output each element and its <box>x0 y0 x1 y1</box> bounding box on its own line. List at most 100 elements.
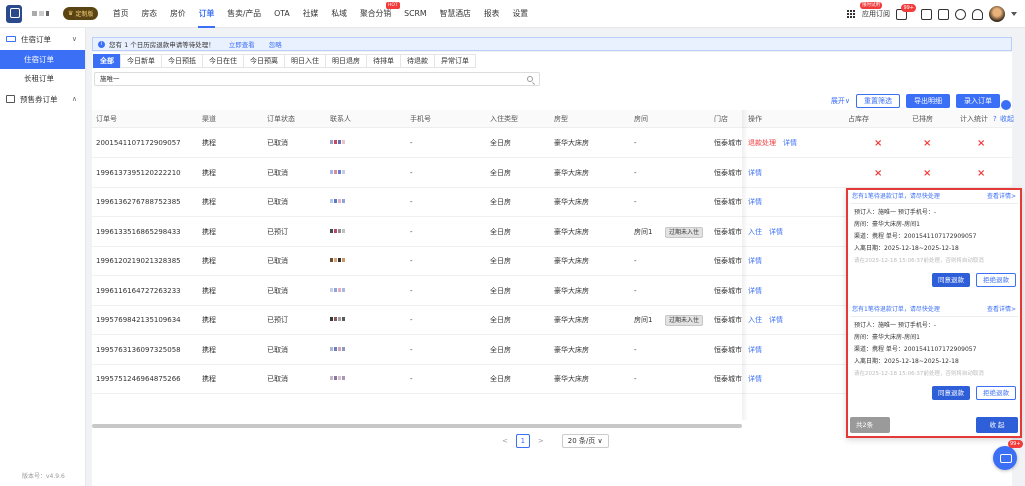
nav-item-1[interactable]: 房态 <box>135 0 164 28</box>
edit-icon[interactable] <box>938 8 949 20</box>
channel-cell: 携程 <box>202 286 216 295</box>
refund-card: 您有1笔待退款订单，请尽快处理 查看详情> 预订人：施唯一 预订手机号：- 房间：豪华… <box>850 303 1018 400</box>
op-detail-link[interactable]: 详情 <box>748 346 762 354</box>
table-row[interactable]: 1996137395120222210 携程 已取消 - 全日房 豪华大床房 - 恒泰城市 详情… <box>92 159 1012 188</box>
agree-refund-button[interactable]: 同意退款 <box>932 273 970 287</box>
nav-item-10[interactable]: 智慧酒店 <box>433 0 477 28</box>
op-detail-link[interactable]: 详情 <box>769 316 783 324</box>
order-status-cell: 已取消 <box>267 375 288 383</box>
op-detail-link[interactable]: 详情 <box>748 169 762 177</box>
prev-page-button[interactable]: < <box>502 437 508 445</box>
apps-grid-icon[interactable] <box>847 9 856 19</box>
hotel-name-masked <box>32 11 49 16</box>
bell-icon[interactable] <box>972 8 983 20</box>
column-settings-icon[interactable] <box>1001 100 1011 110</box>
phone-cell: - <box>410 345 413 354</box>
reject-refund-button[interactable]: 拒绝退款 <box>976 273 1016 287</box>
ignore-link[interactable]: 忽略 <box>269 39 282 49</box>
refund-card: 您有1笔待退款订单，请尽快处理 查看详情> 预订人：施唯一 预订手机号：- 房间：豪华… <box>850 190 1018 287</box>
op-refund-link[interactable]: 退款处理 <box>748 139 776 147</box>
room-cell: - <box>634 198 637 206</box>
nav-item-4[interactable]: 售卖/产品 <box>221 0 268 28</box>
op-check-in-link[interactable]: 入住 <box>748 316 762 324</box>
tab-2[interactable]: 今日预抵 <box>161 54 203 68</box>
nav-item-2[interactable]: 房价 <box>164 0 193 28</box>
op-detail-link[interactable]: 详情 <box>769 228 783 236</box>
headset-icon[interactable] <box>955 8 966 20</box>
nav-item-3[interactable]: 订单 <box>192 0 221 28</box>
channel-cell: 携程 <box>202 168 216 177</box>
agree-refund-button[interactable]: 同意退款 <box>932 386 970 400</box>
next-page-button[interactable]: > <box>538 437 544 445</box>
column-header-3: 联系人 <box>330 115 351 123</box>
op-detail-link[interactable]: 详情 <box>748 375 762 383</box>
nav-item-6[interactable]: 社媒 <box>296 0 325 28</box>
nav-item-9[interactable]: SCRM <box>398 0 434 28</box>
app-logo-icon[interactable] <box>6 4 22 23</box>
order-id-cell: 1996116164727263233 <box>96 286 181 295</box>
order-id-cell: 1996136276788752385 <box>96 198 181 206</box>
tab-9[interactable]: 异常订单 <box>434 54 476 68</box>
page-number-current[interactable]: 1 <box>515 434 530 448</box>
nav-item-label: 房态 <box>141 8 158 18</box>
enter-order-button[interactable]: 录入订单 <box>956 94 1000 108</box>
page-size-select[interactable]: 20 条/页 ∨ <box>561 434 609 448</box>
chat-count-badge: 99+ <box>1008 440 1023 448</box>
nav-item-8[interactable]: 聚合分销 HOT <box>353 0 400 28</box>
op-check-in-link[interactable]: 入住 <box>748 228 762 236</box>
order-status-cell: 已取消 <box>267 198 288 206</box>
op-detail-link[interactable]: 详情 <box>748 198 762 206</box>
sidebar-item-long-rent-orders[interactable]: 长租订单 <box>0 69 85 88</box>
view-details-link[interactable]: 查看详情> <box>987 190 1016 203</box>
nav-item-0[interactable]: 首页 <box>106 0 135 28</box>
chevron-down-icon[interactable] <box>1011 12 1017 16</box>
expand-filters-link[interactable]: 展开∨ <box>831 96 850 106</box>
tab-4[interactable]: 今日预离 <box>243 54 285 68</box>
sidebar-group-presale[interactable]: 预售券订单 ∧ <box>0 88 85 110</box>
column-header-12[interactable]: 计入统计 <box>960 110 988 128</box>
room-type-cell: 豪华大床房 <box>554 286 589 295</box>
tab-7[interactable]: 待排单 <box>366 54 401 68</box>
tab-0[interactable]: 全部 <box>93 54 121 68</box>
channel-cell: 携程 <box>202 316 216 324</box>
horizontal-scrollbar[interactable] <box>92 424 742 428</box>
app-subscription-link[interactable]: 限时试用 应用订阅 <box>860 2 890 19</box>
view-details-link[interactable]: 查看详情> <box>987 303 1016 316</box>
nav-item-11[interactable]: 报表 <box>477 0 506 28</box>
tab-1[interactable]: 今日新单 <box>120 54 162 68</box>
tab-8[interactable]: 待退款 <box>400 54 435 68</box>
nav-item-7[interactable]: 私域 <box>325 0 354 28</box>
stat-help-icon[interactable]: ? <box>993 110 997 128</box>
sidebar-item-lodging-orders[interactable]: 住宿订单 <box>0 50 85 69</box>
sidebar: 住宿订单 ∨ 住宿订单 长租订单 预售券订单 ∧ 版本号：v4.9.6 <box>0 28 86 486</box>
op-detail-link[interactable]: 详情 <box>748 257 762 265</box>
nav-item-12[interactable]: 设置 <box>506 0 535 28</box>
tab-3[interactable]: 今日在住 <box>202 54 244 68</box>
op-detail-link[interactable]: 详情 <box>748 287 762 295</box>
reset-filters-button[interactable]: 重置筛选 <box>856 94 900 108</box>
chat-button[interactable] <box>993 446 1017 470</box>
room-type-cell: 豪华大床房 <box>554 198 589 206</box>
phone-cell: - <box>410 139 413 147</box>
nav-item-5[interactable]: OTA <box>268 0 297 28</box>
cross-icon: × <box>923 167 932 179</box>
message-icon[interactable]: 99+ <box>896 3 916 20</box>
collect-columns-link[interactable]: 收起 <box>1000 110 1014 128</box>
table-row[interactable]: 2001541107172909057 携程 已取消 - 全日房 豪华大床房 - 恒泰城市 退款… <box>92 129 1012 158</box>
search-input[interactable]: 施唯一 <box>94 72 540 86</box>
tab-5[interactable]: 明日入住 <box>284 54 326 68</box>
avatar[interactable] <box>989 6 1005 22</box>
order-id-cell: 1995751246964875266 <box>96 375 181 383</box>
reject-refund-button[interactable]: 拒绝退款 <box>976 386 1016 400</box>
export-details-button[interactable]: 导出明细 <box>906 94 950 108</box>
sidebar-group-lodging[interactable]: 住宿订单 ∨ <box>0 28 85 50</box>
room-cell: 房间1 <box>634 316 653 324</box>
collapse-button[interactable]: 收 起 <box>976 417 1018 433</box>
tab-6[interactable]: 明日退房 <box>325 54 367 68</box>
ops-cell: 入住 详情 <box>748 306 790 335</box>
store-cell: 恒泰城市 <box>714 227 742 236</box>
scan-icon[interactable] <box>921 8 932 20</box>
op-detail-link[interactable]: 详情 <box>783 139 797 147</box>
search-icon[interactable] <box>527 76 533 82</box>
view-now-link[interactable]: 立即查看 <box>229 39 255 49</box>
